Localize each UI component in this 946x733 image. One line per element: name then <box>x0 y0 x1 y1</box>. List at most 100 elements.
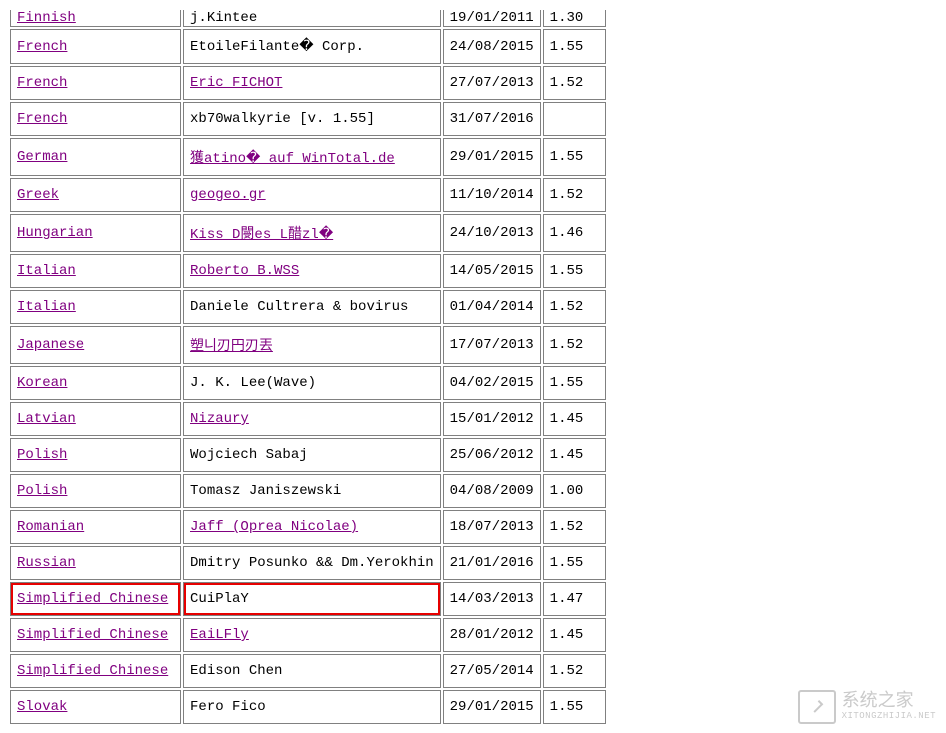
language-link[interactable]: Polish <box>17 483 67 499</box>
cell-language: Simplified Chinese <box>10 582 181 616</box>
language-link[interactable]: French <box>17 75 67 91</box>
table-row: Russian Dmitry Posunko && Dm.Yerokhin21/0… <box>10 546 606 580</box>
translator-text: Tomasz Janiszewski <box>190 483 341 499</box>
translator-text: j.Kintee <box>190 10 257 26</box>
cell-translator: 塑니刃円刃丟 <box>183 326 441 364</box>
cell-translator: Kiss D閿es L醋zl� <box>183 214 441 252</box>
language-link[interactable]: Slovak <box>17 699 67 715</box>
cell-language: Finnish <box>10 10 181 27</box>
cell-version: 1.55 <box>543 29 606 64</box>
language-link[interactable]: Polish <box>17 447 67 463</box>
cell-translator: Edison Chen <box>183 654 441 688</box>
cell-version: 1.46 <box>543 214 606 252</box>
cell-translator: xb70walkyrie [v. 1.55] <box>183 102 441 136</box>
table-row: Polish Tomasz Janiszewski 04/08/20091.00 <box>10 474 606 508</box>
language-link[interactable]: German <box>17 149 67 165</box>
table-row: Simplified ChineseEdison Chen27/05/20141… <box>10 654 606 688</box>
language-link[interactable]: Romanian <box>17 519 84 535</box>
translator-link[interactable]: 獲atino� auf WinTotal.de <box>190 151 395 167</box>
translator-link[interactable]: Nizaury <box>190 411 249 427</box>
cell-language: Italian <box>10 254 181 288</box>
table-row: RomanianJaff (Oprea Nicolae)18/07/20131.… <box>10 510 606 544</box>
language-link[interactable]: Russian <box>17 555 76 571</box>
language-link[interactable]: Finnish <box>17 10 76 26</box>
cell-language: Simplified Chinese <box>10 654 181 688</box>
cell-version: 1.55 <box>543 366 606 400</box>
language-link[interactable]: Italian <box>17 263 76 279</box>
cell-language: Hungarian <box>10 214 181 252</box>
language-link[interactable]: Latvian <box>17 411 76 427</box>
cell-date: 19/01/2011 <box>443 10 541 27</box>
language-link[interactable]: Greek <box>17 187 59 203</box>
cell-language: Simplified Chinese <box>10 618 181 652</box>
cell-translator: 獲atino� auf WinTotal.de <box>183 138 441 176</box>
cell-translator: Dmitry Posunko && Dm.Yerokhin <box>183 546 441 580</box>
translator-link[interactable]: geogeo.gr <box>190 187 266 203</box>
cell-date: 04/08/2009 <box>443 474 541 508</box>
language-link[interactable]: Italian <box>17 299 76 315</box>
language-link[interactable]: French <box>17 111 67 127</box>
cell-date: 29/01/2015 <box>443 690 541 724</box>
cell-language: Japanese <box>10 326 181 364</box>
cell-translator: Jaff (Oprea Nicolae) <box>183 510 441 544</box>
cell-language: French <box>10 29 181 64</box>
translator-text: CuiPlaY <box>190 591 249 607</box>
translator-text: Wojciech Sabaj <box>190 447 308 463</box>
cell-date: 24/08/2015 <box>443 29 541 64</box>
translator-link[interactable]: EaiLFly <box>190 627 249 643</box>
cell-date: 27/07/2013 <box>443 66 541 100</box>
cell-date: 04/02/2015 <box>443 366 541 400</box>
table-row: Simplified ChineseCuiPlaY14/03/20131.47 <box>10 582 606 616</box>
cell-translator: Roberto B.WSS <box>183 254 441 288</box>
table-row: Greek geogeo.gr 11/10/20141.52 <box>10 178 606 212</box>
cell-version: 1.55 <box>543 254 606 288</box>
watermark-main: 系统之家 <box>842 693 936 711</box>
cell-version: 1.52 <box>543 178 606 212</box>
cell-translator: Tomasz Janiszewski <box>183 474 441 508</box>
watermark: 系统之家 XITONGZHIJIA.NET <box>798 690 936 724</box>
language-link[interactable]: Hungarian <box>17 225 93 241</box>
cell-language: Polish <box>10 438 181 472</box>
table-row: Italian Roberto B.WSS 14/05/20151.55 <box>10 254 606 288</box>
cell-date: 29/01/2015 <box>443 138 541 176</box>
language-link[interactable]: French <box>17 39 67 55</box>
cell-language: Polish <box>10 474 181 508</box>
translator-link[interactable]: 塑니刃円刃丟 <box>190 339 273 355</box>
translator-link[interactable]: Jaff (Oprea Nicolae) <box>190 519 358 535</box>
translator-link[interactable]: Kiss D閿es L醋zl� <box>190 227 333 243</box>
cell-version: 1.52 <box>543 326 606 364</box>
language-link[interactable]: Simplified Chinese <box>17 591 168 607</box>
cell-translator: EtoileFilante� Corp. <box>183 29 441 64</box>
translator-text: Edison Chen <box>190 663 282 679</box>
cell-date: 21/01/2016 <box>443 546 541 580</box>
language-link[interactable]: Simplified Chinese <box>17 663 168 679</box>
translator-text: EtoileFilante� Corp. <box>190 39 364 55</box>
cell-version <box>543 102 606 136</box>
table-row: ItalianDaniele Cultrera & bovirus01/04/2… <box>10 290 606 324</box>
table-row: FrenchEric FICHOT27/07/20131.52 <box>10 66 606 100</box>
cell-language: Latvian <box>10 402 181 436</box>
house-icon <box>798 690 836 724</box>
cell-translator: CuiPlaY <box>183 582 441 616</box>
table-row: PolishWojciech Sabaj25/06/20121.45 <box>10 438 606 472</box>
cell-version: 1.45 <box>543 402 606 436</box>
translator-text: Daniele Cultrera & bovirus <box>190 299 408 315</box>
cell-translator: Fero Fico <box>183 690 441 724</box>
cell-version: 1.00 <box>543 474 606 508</box>
language-link[interactable]: Simplified Chinese <box>17 627 168 643</box>
watermark-sub: XITONGZHIJIA.NET <box>842 711 936 721</box>
table-row: Simplified ChineseEaiLFly28/01/20121.45 <box>10 618 606 652</box>
cell-translator: J. K. Lee(Wave) <box>183 366 441 400</box>
cell-date: 27/05/2014 <box>443 654 541 688</box>
table-row: LatvianNizaury15/01/20121.45 <box>10 402 606 436</box>
language-link[interactable]: Korean <box>17 375 67 391</box>
cell-date: 24/10/2013 <box>443 214 541 252</box>
cell-date: 14/05/2015 <box>443 254 541 288</box>
cell-date: 11/10/2014 <box>443 178 541 212</box>
language-link[interactable]: Japanese <box>17 337 84 353</box>
cell-translator: geogeo.gr <box>183 178 441 212</box>
translator-link[interactable]: Eric FICHOT <box>190 75 282 91</box>
cell-language: Romanian <box>10 510 181 544</box>
translator-link[interactable]: Roberto B.WSS <box>190 263 299 279</box>
cell-version: 1.52 <box>543 290 606 324</box>
